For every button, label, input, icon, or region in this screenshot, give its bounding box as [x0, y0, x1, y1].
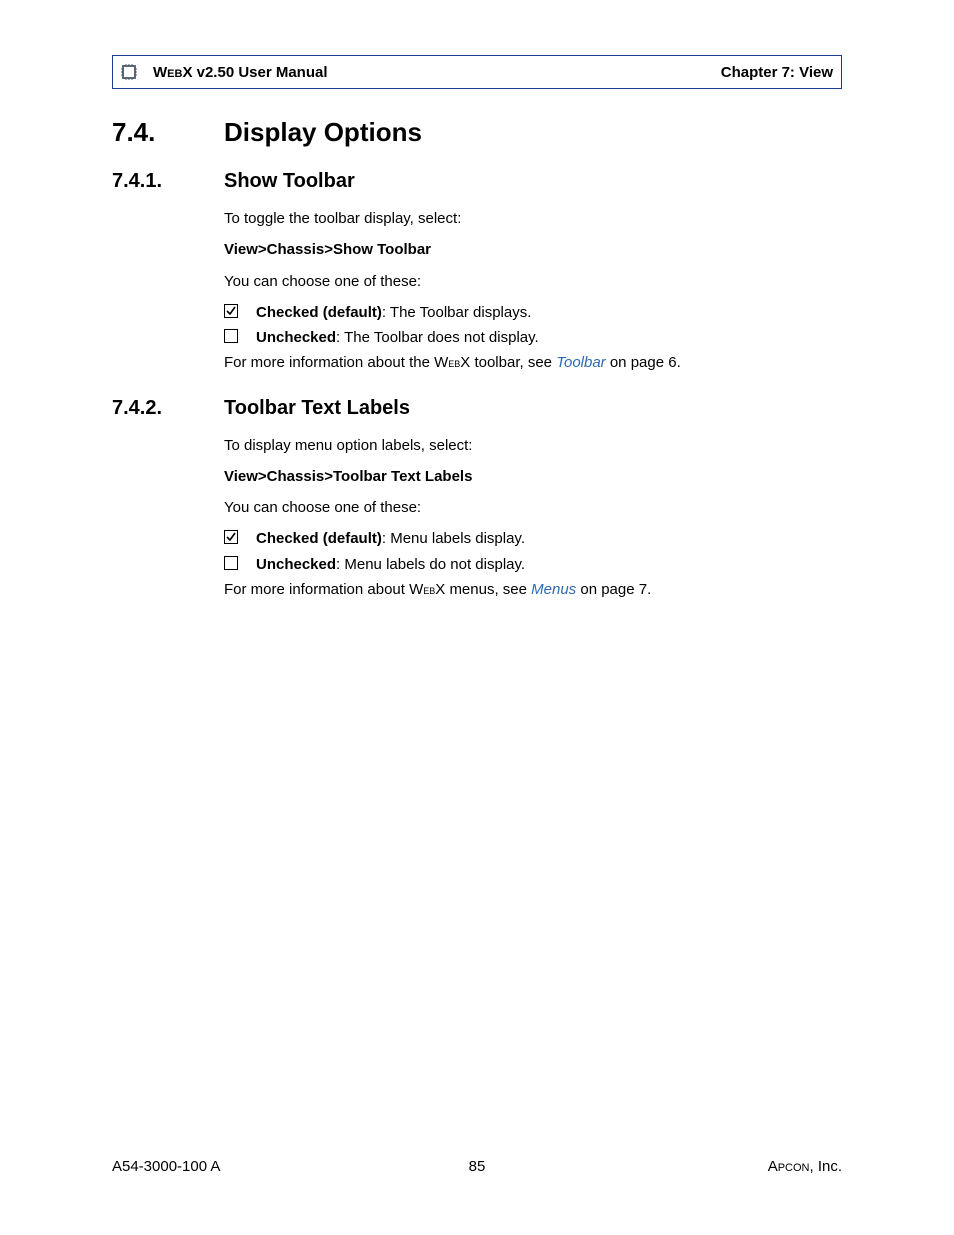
option-unchecked: Unchecked: The Toolbar does not display.	[224, 326, 842, 349]
choose-text: You can choose one of these:	[224, 496, 842, 519]
subsection-number: 7.4.2.	[112, 397, 224, 420]
subsection-title: Show Toolbar	[224, 170, 355, 193]
page-footer: A54-3000-100 A 85 Apcon, Inc.	[112, 1158, 842, 1175]
option-text: Checked (default): Menu labels display.	[256, 527, 525, 550]
header-chapter: Chapter 7: View	[721, 64, 833, 81]
footer-page-number: 85	[112, 1158, 842, 1175]
checkbox-checked-icon	[224, 530, 242, 544]
subsection-heading-7-4-2: 7.4.2. Toolbar Text Labels	[112, 397, 842, 420]
intro-text: To display menu option labels, select:	[224, 434, 842, 457]
section-heading-7-4: 7.4. Display Options	[112, 117, 842, 148]
option-checked: Checked (default): The Toolbar displays.	[224, 301, 842, 324]
chip-icon	[117, 60, 141, 84]
menu-path: View>Chassis>Toolbar Text Labels	[224, 465, 842, 488]
more-info: For more information about the WebX tool…	[224, 351, 842, 374]
subsection-number: 7.4.1.	[112, 170, 224, 193]
option-text: Checked (default): The Toolbar displays.	[256, 301, 531, 324]
link-menus[interactable]: Menus	[531, 581, 576, 598]
header-title: WebX v2.50 User Manual	[153, 64, 721, 81]
checkbox-unchecked-icon	[224, 329, 242, 343]
option-text: Unchecked: Menu labels do not display.	[256, 553, 525, 576]
footer-doc-number: A54-3000-100 A	[112, 1158, 220, 1175]
option-unchecked: Unchecked: Menu labels do not display.	[224, 553, 842, 576]
intro-text: To toggle the toolbar display, select:	[224, 207, 842, 230]
menu-path: View>Chassis>Show Toolbar	[224, 238, 842, 261]
more-info: For more information about WebX menus, s…	[224, 578, 842, 601]
section-title: Display Options	[224, 117, 422, 148]
choose-text: You can choose one of these:	[224, 270, 842, 293]
option-checked: Checked (default): Menu labels display.	[224, 527, 842, 550]
checkbox-checked-icon	[224, 304, 242, 318]
link-toolbar[interactable]: Toolbar	[556, 354, 605, 371]
subsection-body-7-4-2: To display menu option labels, select: V…	[224, 434, 842, 602]
header-product-rest: v2.50 User Manual	[192, 64, 327, 81]
page-header: WebX v2.50 User Manual Chapter 7: View	[112, 55, 842, 89]
subsection-title: Toolbar Text Labels	[224, 397, 410, 420]
section-number: 7.4.	[112, 117, 224, 148]
footer-company: Apcon, Inc.	[768, 1158, 842, 1175]
header-product: WebX	[153, 64, 192, 81]
option-text: Unchecked: The Toolbar does not display.	[256, 326, 539, 349]
checkbox-unchecked-icon	[224, 556, 242, 570]
subsection-body-7-4-1: To toggle the toolbar display, select: V…	[224, 207, 842, 375]
subsection-heading-7-4-1: 7.4.1. Show Toolbar	[112, 170, 842, 193]
